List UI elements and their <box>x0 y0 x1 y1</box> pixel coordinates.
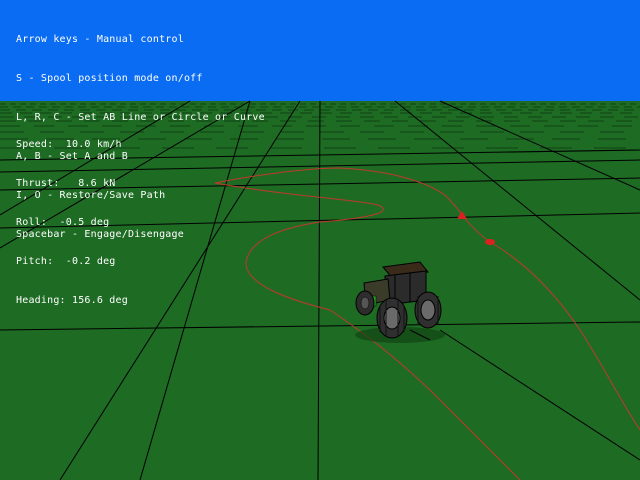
speed-readout: Speed: 10.0 km/h <box>16 139 122 150</box>
simulation-viewport[interactable]: Arrow keys - Manual control S - Spool po… <box>0 0 640 480</box>
roll-readout: Roll: -0.5 deg <box>16 217 110 228</box>
thrust-readout: Thrust: 8.6 kN <box>16 178 116 189</box>
help-line: S - Spool position mode on/off <box>16 73 203 84</box>
marker-b-icon[interactable] <box>485 239 495 245</box>
pitch-readout: Pitch: -0.2 deg <box>16 256 116 267</box>
help-line: Arrow keys - Manual control <box>16 34 184 45</box>
heading-readout: Heading: 156.6 deg <box>16 295 128 306</box>
telemetry-panel: Speed: 10.0 km/h Thrust: 8.6 kN Roll: -0… <box>16 115 128 334</box>
